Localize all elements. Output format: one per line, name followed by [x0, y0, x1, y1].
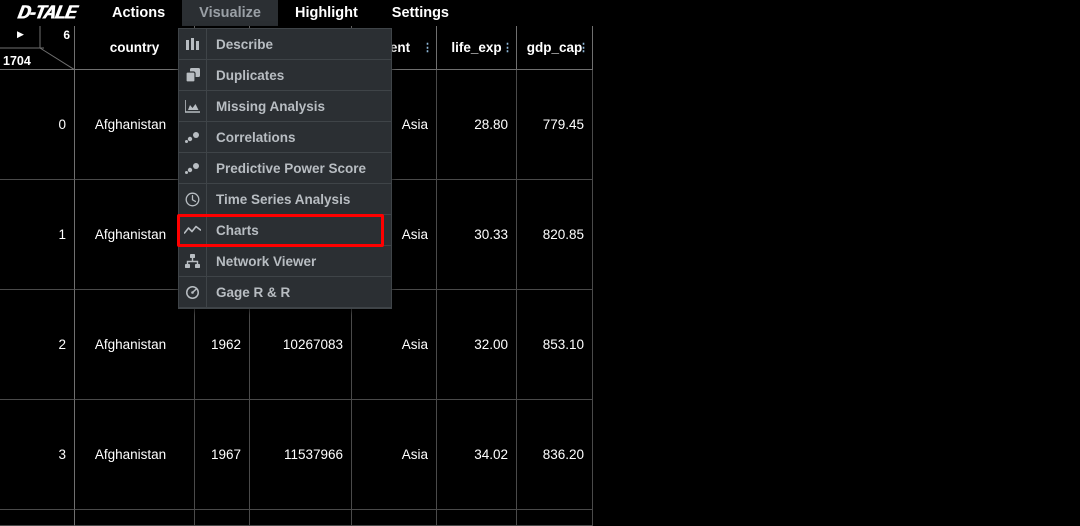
column-menu-dots-icon[interactable]: ⋮ — [502, 42, 513, 53]
bar-chart-icon — [179, 28, 207, 60]
cell-gdp-cap: 779.45 — [517, 70, 593, 180]
menu-item-predictive-power-score-label: Predictive Power Score — [216, 160, 367, 176]
menu-tab-settings[interactable]: Settings — [374, 0, 466, 26]
cell-index: 0 — [0, 70, 75, 180]
menu-item-duplicates-label: Duplicates — [216, 67, 285, 83]
network-icon — [179, 245, 207, 277]
visualize-dropdown-menu: Describe Duplicates Missing Analysis Cor… — [177, 28, 392, 309]
menu-tab-highlight[interactable]: Highlight — [277, 0, 375, 26]
row-count: 1704 — [3, 54, 31, 68]
cell-gdp-cap: 836.20 — [517, 400, 593, 510]
cell-year — [195, 510, 250, 526]
cell-country: Afghanistan — [75, 400, 195, 510]
expand-arrow-icon[interactable]: ▶ — [17, 30, 24, 39]
column-header-country[interactable]: country — [75, 26, 195, 70]
column-count: 6 — [63, 28, 70, 42]
main-menu-bar: D-TALE Actions Visualize Highlight Setti… — [0, 0, 1080, 26]
menu-item-gage-r-and-r[interactable]: Gage R & R — [179, 276, 391, 308]
menu-item-charts[interactable]: Charts — [179, 214, 391, 246]
cell-continent: Asia — [352, 400, 437, 510]
line-chart-icon — [179, 214, 207, 246]
table-row[interactable] — [0, 510, 594, 526]
cell-index — [0, 510, 75, 526]
gauge-icon — [179, 276, 207, 308]
cell-index: 2 — [0, 290, 75, 400]
column-header-life-exp[interactable]: life_exp ⋮ — [437, 26, 517, 70]
cell-gdp-cap: 853.10 — [517, 290, 593, 400]
cell-life-exp: 28.80 — [437, 70, 517, 180]
dtale-logo-text: D-TALE — [16, 1, 79, 24]
menu-item-network-viewer-label: Network Viewer — [216, 253, 317, 269]
menu-item-describe-label: Describe — [216, 36, 274, 52]
dtale-logo[interactable]: D-TALE — [0, 0, 95, 26]
cell-life-exp: 32.00 — [437, 290, 517, 400]
menu-item-gage-r-and-r-label: Gage R & R — [216, 284, 291, 300]
cell-country: Afghanistan — [75, 70, 195, 180]
menu-tab-visualize[interactable]: Visualize — [182, 0, 278, 26]
cell-country: Afghanistan — [75, 180, 195, 290]
menu-item-describe[interactable]: Describe — [179, 28, 391, 60]
column-menu-dots-icon[interactable]: ⋮ — [578, 42, 589, 53]
menu-item-duplicates[interactable]: Duplicates — [179, 59, 391, 91]
menu-item-correlations-label: Correlations — [216, 129, 296, 145]
menu-item-charts-label: Charts — [216, 222, 259, 238]
cell-population: 11537966 — [250, 400, 352, 510]
copy-icon — [179, 59, 207, 91]
cell-index: 3 — [0, 400, 75, 510]
column-header-life-exp-label: life_exp — [451, 40, 502, 55]
table-row[interactable]: 3 Afghanistan 1967 11537966 Asia 34.02 8… — [0, 400, 594, 510]
clock-icon — [179, 183, 207, 215]
cell-gdp-cap: 820.85 — [517, 180, 593, 290]
cell-index: 1 — [0, 180, 75, 290]
scatter-plot-icon — [179, 152, 207, 184]
column-header-gdp-cap-label: gdp_cap — [526, 40, 583, 55]
cell-year: 1967 — [195, 400, 250, 510]
area-chart-icon — [179, 90, 207, 122]
grid-corner-cell[interactable]: ▶ 6 1704 — [0, 26, 75, 70]
scatter-plot-icon — [179, 121, 207, 153]
menu-item-predictive-power-score[interactable]: Predictive Power Score — [179, 152, 391, 184]
column-menu-dots-icon[interactable]: ⋮ — [422, 42, 433, 53]
cell-country: Afghanistan — [75, 290, 195, 400]
cell-gdp-cap — [517, 510, 593, 526]
menu-item-time-series-analysis-label: Time Series Analysis — [216, 191, 351, 207]
menu-item-missing-analysis[interactable]: Missing Analysis — [179, 90, 391, 122]
menu-item-network-viewer[interactable]: Network Viewer — [179, 245, 391, 277]
cell-life-exp — [437, 510, 517, 526]
cell-country — [75, 510, 195, 526]
cell-population — [250, 510, 352, 526]
menu-item-missing-analysis-label: Missing Analysis — [216, 98, 326, 114]
menu-item-time-series-analysis[interactable]: Time Series Analysis — [179, 183, 391, 215]
column-header-country-label: country — [109, 40, 160, 55]
column-header-gdp-cap[interactable]: gdp_cap ⋮ — [517, 26, 593, 70]
cell-continent — [352, 510, 437, 526]
cell-life-exp: 30.33 — [437, 180, 517, 290]
menu-item-correlations[interactable]: Correlations — [179, 121, 391, 153]
dtale-app: D-TALE Actions Visualize Highlight Setti… — [0, 0, 1080, 526]
cell-life-exp: 34.02 — [437, 400, 517, 510]
menu-tab-actions[interactable]: Actions — [95, 0, 183, 26]
